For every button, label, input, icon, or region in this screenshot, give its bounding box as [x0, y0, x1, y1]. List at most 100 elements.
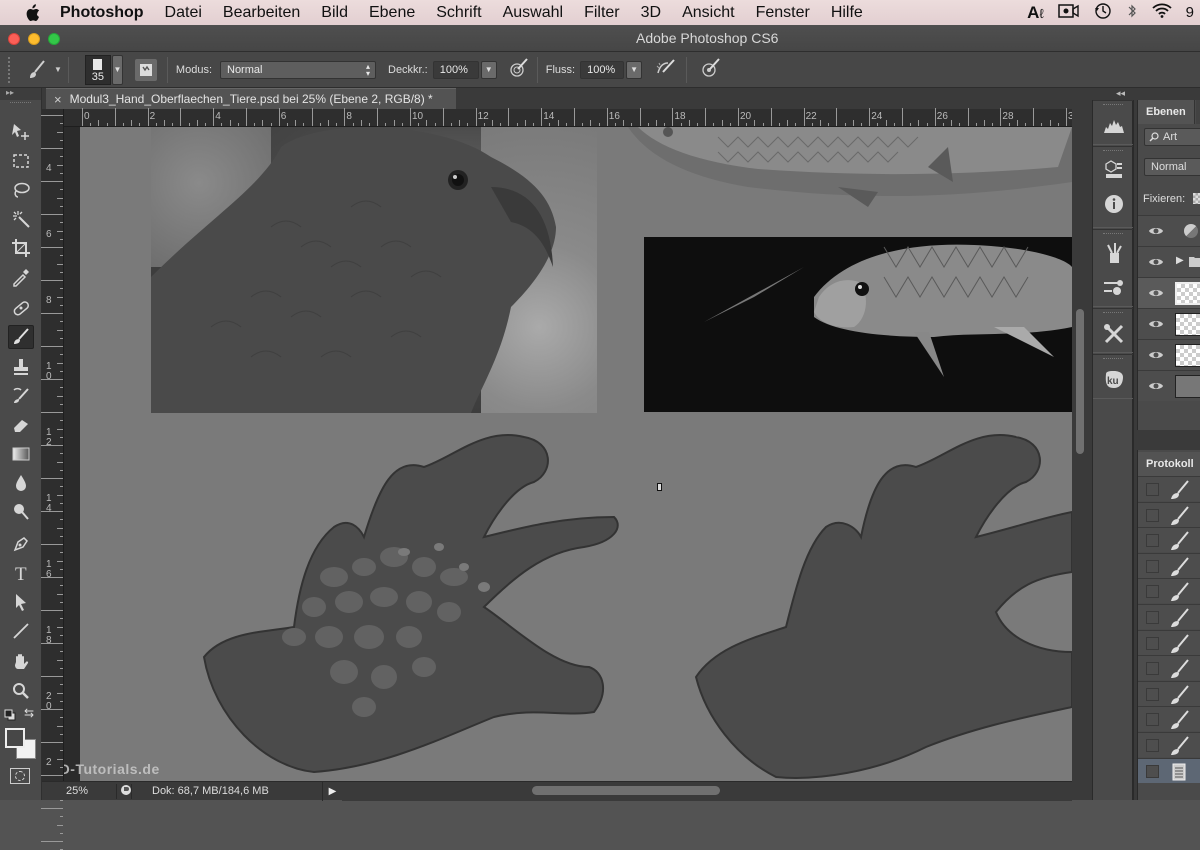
quick-mask-button[interactable]: [10, 768, 30, 784]
foreground-color-swatch[interactable]: [5, 728, 25, 748]
marquee-tool[interactable]: [8, 149, 34, 173]
layer-row-background[interactable]: [1138, 370, 1200, 401]
options-grip[interactable]: [8, 56, 14, 83]
layer-row[interactable]: [1138, 308, 1200, 339]
zoom-window-button[interactable]: [48, 33, 60, 45]
toolbox-grip[interactable]: [10, 102, 31, 108]
zoom-tool[interactable]: [8, 679, 34, 703]
visibility-eye-icon[interactable]: [1148, 286, 1164, 300]
flow-input[interactable]: 100%: [580, 60, 625, 79]
history-source-checkbox[interactable]: [1146, 662, 1159, 676]
flow-dropdown[interactable]: ▼: [626, 60, 643, 79]
path-selection-tool[interactable]: [8, 590, 34, 614]
layer-filter-select[interactable]: Art: [1144, 128, 1200, 146]
tool-presets-panel-button[interactable]: [1103, 323, 1125, 345]
tab-second[interactable]: [1196, 100, 1200, 124]
pen-tool[interactable]: [8, 532, 34, 556]
close-window-button[interactable]: [8, 33, 20, 45]
clock[interactable]: 9: [1186, 4, 1194, 21]
airbrush-button[interactable]: [654, 57, 676, 82]
eyedropper-tool[interactable]: [8, 265, 34, 289]
history-state-current[interactable]: [1138, 757, 1200, 783]
kuler-panel-button[interactable]: ku: [1103, 369, 1125, 391]
blur-tool[interactable]: [8, 471, 34, 495]
tab-protokoll[interactable]: Protokoll: [1138, 452, 1200, 476]
history-state[interactable]: [1138, 552, 1200, 578]
history-state[interactable]: [1138, 629, 1200, 655]
visibility-eye-icon[interactable]: [1148, 255, 1164, 269]
history-state[interactable]: [1138, 732, 1200, 757]
magic-wand-tool[interactable]: [8, 207, 34, 231]
visibility-eye-icon[interactable]: [1148, 348, 1164, 362]
history-state[interactable]: [1138, 578, 1200, 604]
menu-hilfe[interactable]: Hilfe: [831, 4, 863, 22]
line-tool[interactable]: [8, 619, 34, 643]
history-state[interactable]: [1138, 655, 1200, 681]
3d-panel-button[interactable]: [1103, 159, 1125, 181]
menu-3d[interactable]: 3D: [641, 4, 661, 22]
healing-brush-tool[interactable]: [8, 296, 34, 320]
menu-auswahl[interactable]: Auswahl: [503, 4, 563, 22]
history-source-checkbox[interactable]: [1146, 611, 1159, 624]
eraser-tool[interactable]: [8, 413, 34, 437]
bluetooth-icon[interactable]: [1126, 3, 1138, 23]
document-tab[interactable]: × Modul3_Hand_Oberflaechen_Tiere.psd bei…: [46, 88, 456, 109]
move-tool[interactable]: [8, 120, 34, 144]
menu-bearbeiten[interactable]: Bearbeiten: [223, 4, 300, 22]
history-state[interactable]: [1138, 476, 1200, 501]
brush-panel-button[interactable]: [1103, 276, 1125, 298]
brush-panel-toggle[interactable]: [134, 58, 157, 81]
clone-stamp-tool[interactable]: [8, 355, 34, 379]
wifi-icon[interactable]: [1152, 3, 1172, 22]
menu-schrift[interactable]: Schrift: [436, 4, 481, 22]
menu-ansicht[interactable]: Ansicht: [682, 4, 734, 22]
info-panel-button[interactable]: [1103, 193, 1125, 215]
brush-tool[interactable]: [8, 325, 34, 349]
tool-preset-picker[interactable]: ▼: [26, 59, 62, 81]
history-state[interactable]: [1138, 680, 1200, 706]
canvas-area[interactable]: PSD-Tutorials.de: [64, 127, 1072, 781]
history-source-checkbox[interactable]: [1146, 764, 1159, 778]
document-canvas[interactable]: [80, 127, 1072, 781]
tab-ebenen[interactable]: Ebenen: [1138, 100, 1195, 124]
hand-tool[interactable]: [8, 650, 34, 674]
menu-filter[interactable]: Filter: [584, 4, 620, 22]
gradient-tool[interactable]: [8, 442, 34, 466]
brush-size-picker[interactable]: 35 ▼: [84, 54, 123, 85]
lock-transparency-button[interactable]: [1193, 193, 1200, 204]
menu-photoshop[interactable]: Photoshop: [60, 4, 144, 22]
type-tool[interactable]: T: [8, 561, 34, 585]
histogram-panel-button[interactable]: [1103, 115, 1125, 137]
brush-size-dropdown[interactable]: ▼: [111, 54, 123, 85]
horizontal-ruler[interactable]: 0 2 4 6 8 10 12 14 16 18 20 22 24 26 28 3: [64, 108, 1074, 127]
adobe-icon[interactable]: Aℓ: [1027, 3, 1043, 23]
layer-row[interactable]: [1138, 339, 1200, 370]
opacity-input[interactable]: 100%: [432, 60, 479, 79]
time-machine-icon[interactable]: [1094, 2, 1112, 24]
history-source-checkbox[interactable]: [1146, 687, 1159, 701]
pressure-size-button[interactable]: [699, 57, 721, 82]
history-state[interactable]: [1138, 706, 1200, 732]
dodge-tool[interactable]: [8, 500, 34, 524]
history-state[interactable]: [1138, 501, 1200, 527]
group-expand-triangle[interactable]: ▶: [1176, 255, 1184, 266]
menu-datei[interactable]: Datei: [165, 4, 202, 22]
history-source-checkbox[interactable]: [1146, 559, 1159, 573]
vertical-scroll-thumb[interactable]: [1076, 309, 1084, 454]
history-source-checkbox[interactable]: [1146, 739, 1159, 752]
layer-row-group[interactable]: ▶: [1138, 246, 1200, 277]
history-source-checkbox[interactable]: [1146, 636, 1159, 650]
blend-mode-select[interactable]: Normal: [1144, 158, 1200, 176]
layer-row-ebene-2-selected[interactable]: [1138, 277, 1200, 308]
menu-fenster[interactable]: Fenster: [756, 4, 810, 22]
visibility-eye-icon[interactable]: [1148, 317, 1164, 331]
pressure-opacity-button[interactable]: [507, 57, 529, 82]
history-brush-tool[interactable]: [8, 384, 34, 408]
toolbox-collapse-button[interactable]: ▸▸: [0, 88, 41, 100]
history-source-checkbox[interactable]: [1146, 585, 1159, 599]
swap-colors-button[interactable]: ⇆: [24, 706, 34, 720]
close-document-icon[interactable]: ×: [54, 92, 62, 107]
apple-menu-icon[interactable]: [22, 3, 42, 22]
minimize-window-button[interactable]: [28, 33, 40, 45]
vertical-ruler[interactable]: 4 6 8 10 12 14 16 18 20 2: [41, 109, 64, 850]
